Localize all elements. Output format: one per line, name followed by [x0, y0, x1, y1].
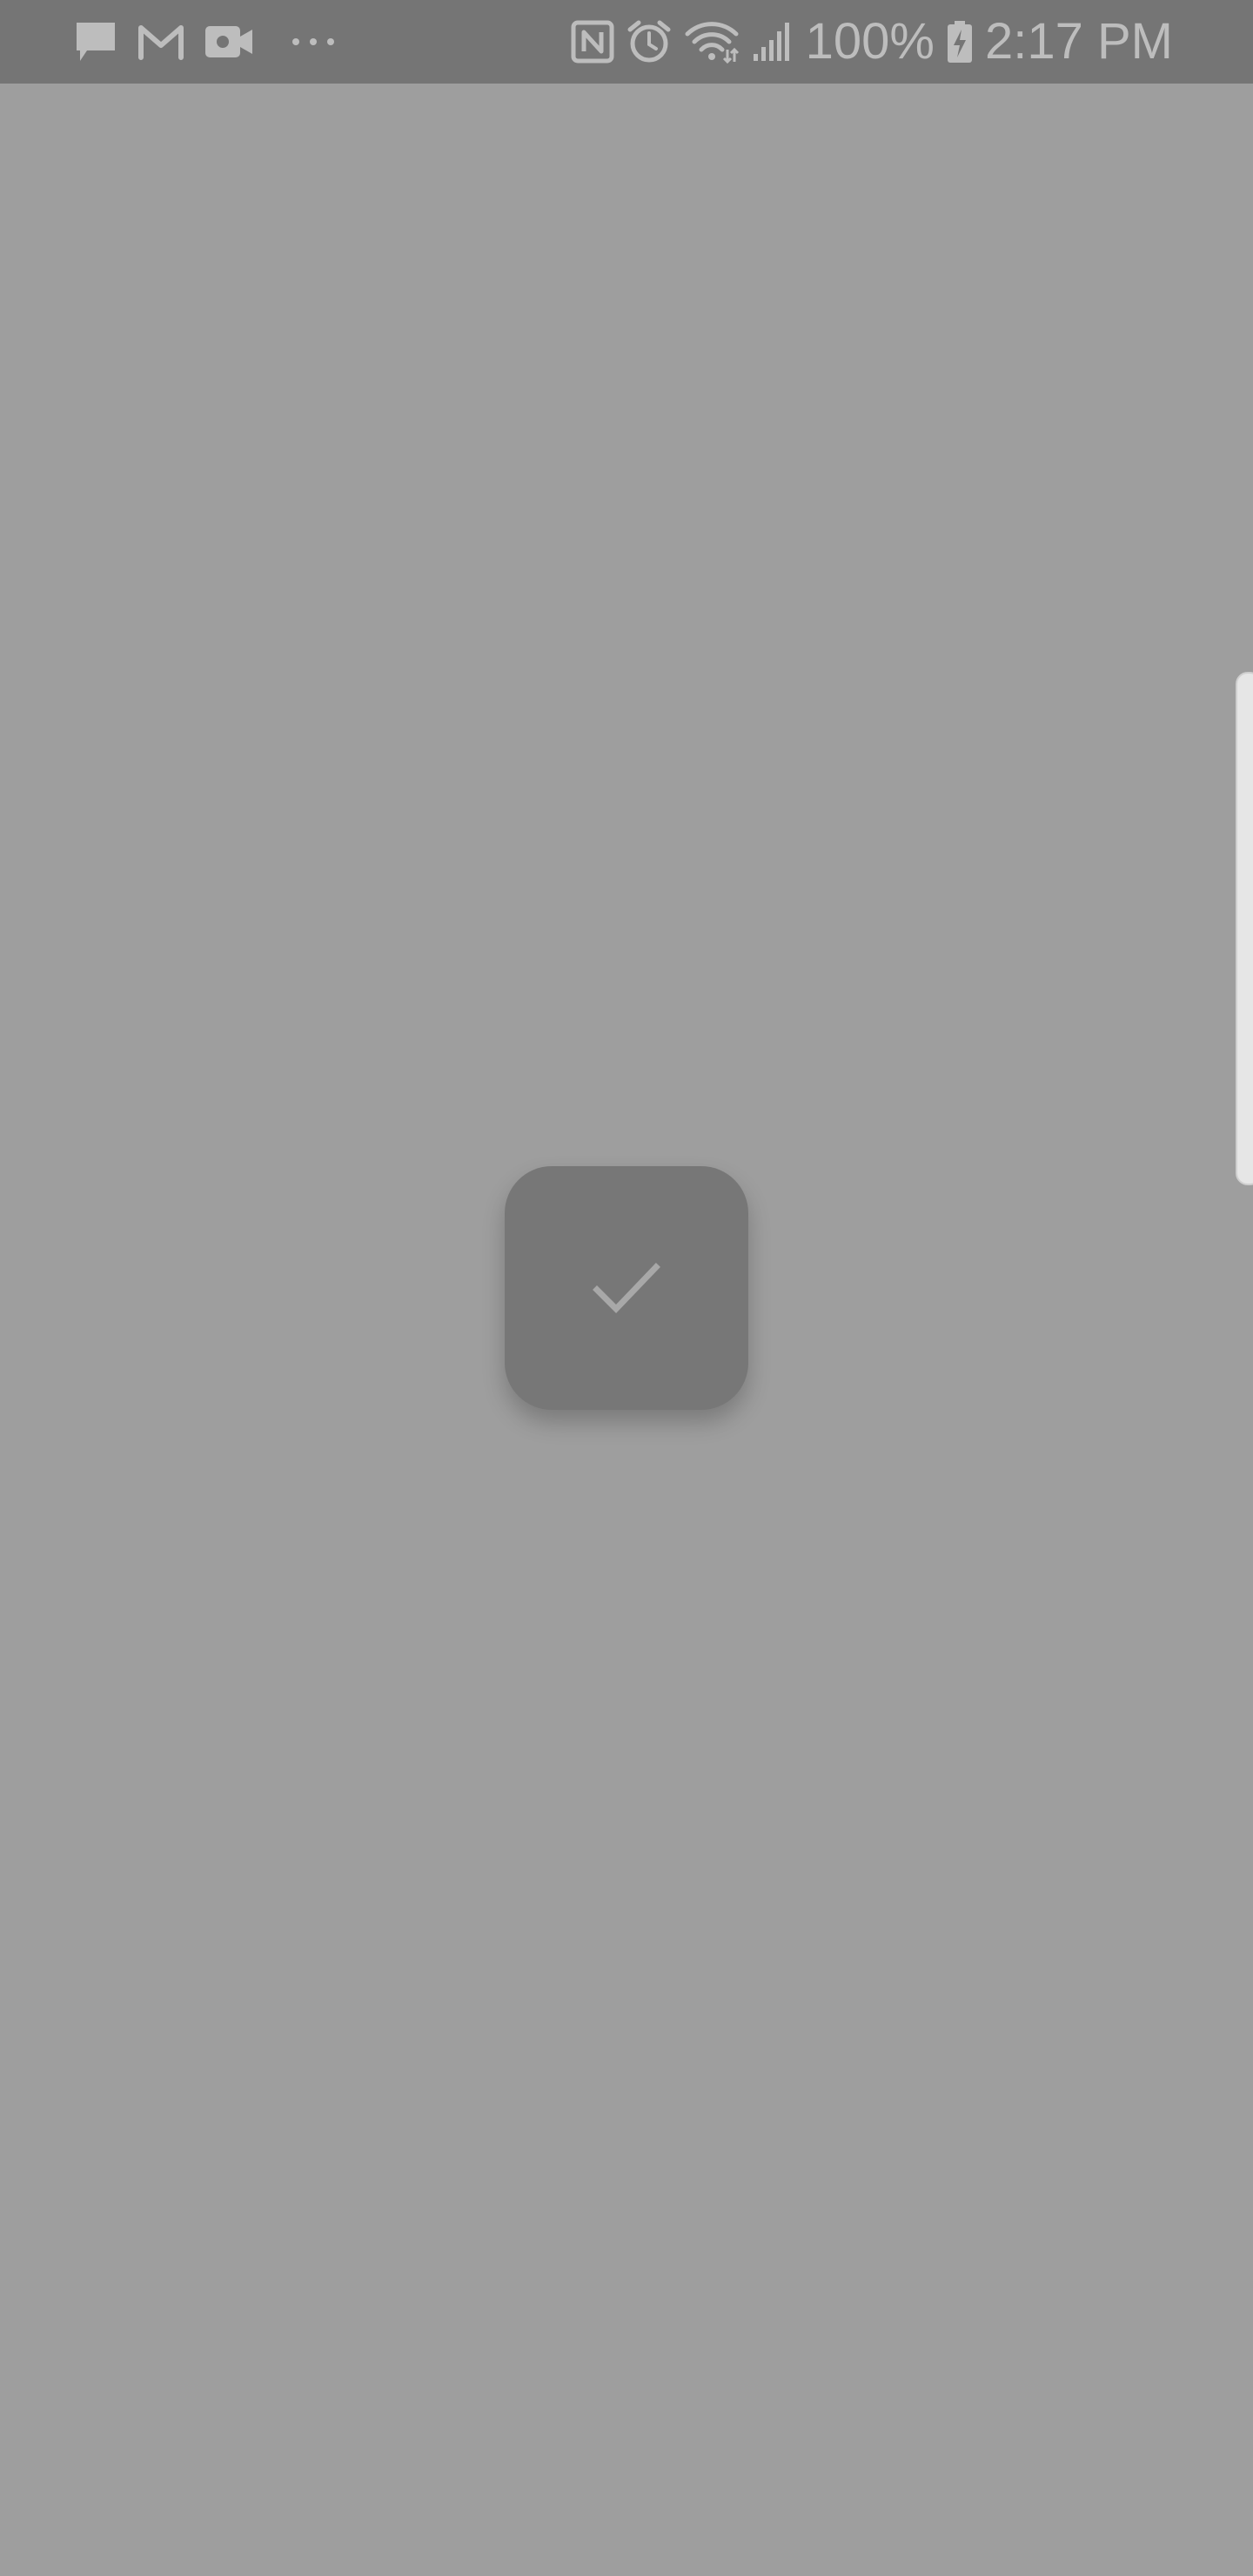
signal-icon	[752, 21, 794, 63]
video-camera-icon	[204, 23, 254, 61]
screen: 100% 2:17 PM	[0, 0, 1253, 2576]
nfc-icon	[571, 20, 614, 64]
system-status-icons: 100% 2:17 PM	[571, 12, 1173, 71]
status-bar: 100% 2:17 PM	[0, 0, 1253, 84]
gmail-icon	[137, 23, 184, 61]
wifi-icon	[684, 20, 740, 64]
confirm-check-button[interactable]	[505, 1166, 748, 1410]
edge-panel-handle[interactable]	[1236, 672, 1253, 1185]
battery-percentage: 100%	[805, 13, 935, 70]
alarm-icon	[626, 19, 672, 64]
battery-charging-icon	[947, 20, 973, 64]
check-icon	[592, 1260, 661, 1316]
message-icon	[73, 19, 118, 64]
more-dots-icon	[292, 38, 334, 45]
notification-icons	[73, 16, 334, 68]
clock-time: 2:17 PM	[985, 13, 1173, 70]
